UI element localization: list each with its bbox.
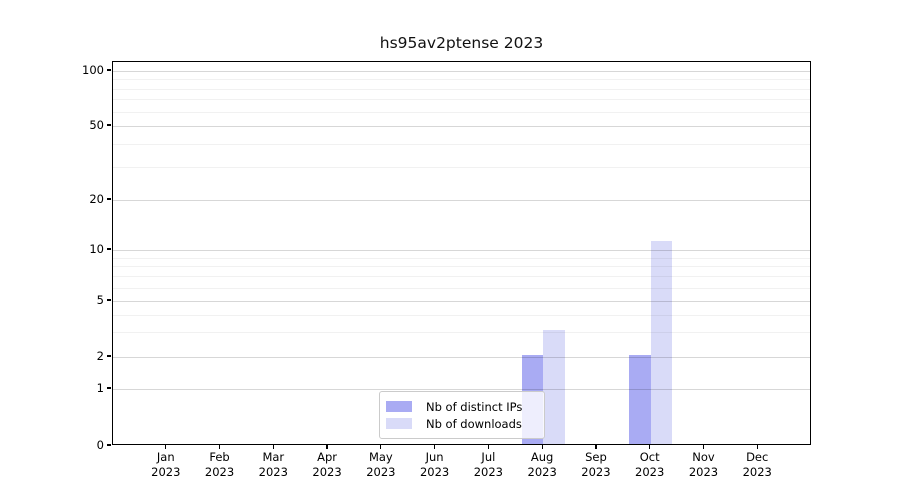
x-tick-label: Aug2023 — [512, 450, 572, 480]
x-tick-label: Jan2023 — [136, 450, 196, 480]
minor-gridline — [113, 315, 810, 316]
x-tick-mark — [219, 445, 220, 449]
major-gridline — [113, 200, 810, 201]
x-tick-label: Jul2023 — [458, 450, 518, 480]
y-tick-label: 5 — [0, 293, 104, 307]
x-tick-mark — [649, 445, 650, 449]
x-tick-label: Mar2023 — [243, 450, 303, 480]
minor-gridline — [113, 258, 810, 259]
y-tick-mark — [107, 124, 111, 125]
minor-gridline — [113, 266, 810, 267]
x-tick-mark — [273, 445, 274, 449]
legend-label-distinct-ips: Nb of distinct IPs — [426, 400, 522, 414]
y-tick-mark — [107, 387, 111, 388]
y-tick-mark — [107, 355, 111, 356]
y-tick-label: 100 — [0, 63, 104, 77]
x-tick-mark — [165, 445, 166, 449]
chart-title: hs95av2ptense 2023 — [112, 34, 811, 52]
y-tick-label: 50 — [0, 118, 104, 132]
y-tick-mark — [107, 69, 111, 70]
x-tick-label: Oct2023 — [620, 450, 680, 480]
y-tick-label: 10 — [0, 242, 104, 256]
major-gridline — [113, 126, 810, 127]
x-tick-mark — [488, 445, 489, 449]
minor-gridline — [113, 112, 810, 113]
x-tick-label: Apr2023 — [297, 450, 357, 480]
y-tick-label: 0 — [0, 438, 104, 452]
legend: Nb of distinct IPs Nb of downloads — [379, 391, 545, 439]
x-tick-mark — [757, 445, 758, 449]
major-gridline — [113, 389, 810, 390]
legend-label-downloads: Nb of downloads — [426, 417, 522, 431]
x-tick-label: Sep2023 — [566, 450, 626, 480]
y-tick-mark — [107, 444, 111, 445]
x-tick-mark — [703, 445, 704, 449]
x-tick-mark — [380, 445, 381, 449]
minor-gridline — [113, 167, 810, 168]
x-tick-mark — [326, 445, 327, 449]
x-tick-label: Nov2023 — [673, 450, 733, 480]
minor-gridline — [113, 144, 810, 145]
chart-canvas: hs95av2ptense 2023 0 1 2 5 10 20 50 100 Jan2023… — [0, 0, 900, 500]
minor-gridline — [113, 99, 810, 100]
x-tick-mark — [595, 445, 596, 449]
y-tick-label: 2 — [0, 349, 104, 363]
major-gridline — [113, 250, 810, 251]
y-tick-mark — [107, 248, 111, 249]
major-gridline — [113, 301, 810, 302]
x-tick-label: May2023 — [351, 450, 411, 480]
legend-item-distinct-ips: Nb of distinct IPs — [386, 398, 536, 415]
x-tick-label: Feb2023 — [190, 450, 250, 480]
minor-gridline — [113, 276, 810, 277]
minor-gridline — [113, 288, 810, 289]
y-tick-label: 20 — [0, 192, 104, 206]
major-gridline — [113, 357, 810, 358]
x-tick-label: Jun2023 — [405, 450, 465, 480]
minor-gridline — [113, 89, 810, 90]
x-tick-mark — [434, 445, 435, 449]
y-tick-mark — [107, 198, 111, 199]
major-gridline — [113, 71, 810, 72]
legend-swatch-downloads — [386, 418, 412, 429]
minor-gridline — [113, 79, 810, 80]
y-tick-mark — [107, 299, 111, 300]
x-tick-mark — [542, 445, 543, 449]
x-tick-label: Dec2023 — [727, 450, 787, 480]
legend-item-downloads: Nb of downloads — [386, 415, 536, 432]
plot-area — [112, 61, 811, 445]
gridlines-layer — [113, 62, 810, 444]
legend-swatch-distinct-ips — [386, 401, 412, 412]
y-tick-label: 1 — [0, 381, 104, 395]
minor-gridline — [113, 332, 810, 333]
